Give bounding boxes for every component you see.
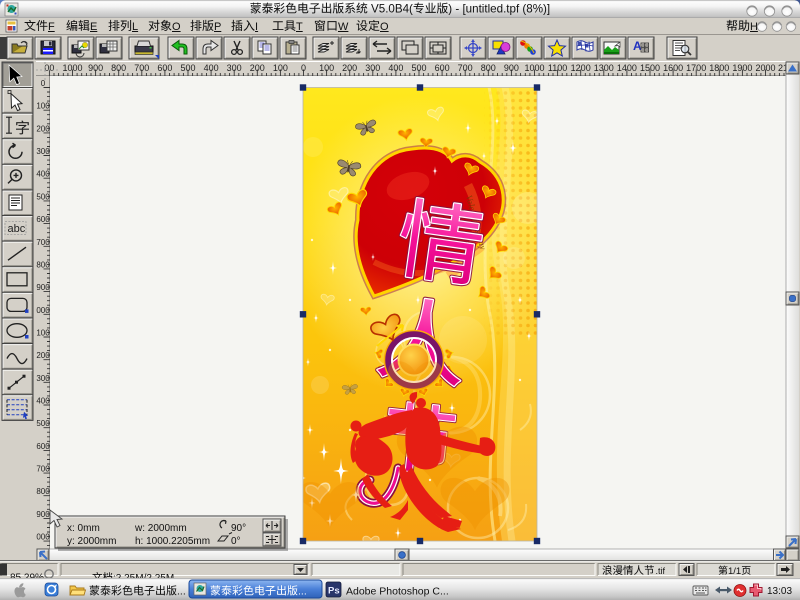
svg-text:abc: abc xyxy=(8,223,26,235)
svg-text:800: 800 xyxy=(36,260,50,269)
svg-text:1300: 1300 xyxy=(594,63,614,73)
svg-text:90°: 90° xyxy=(231,523,246,534)
svg-text:900: 900 xyxy=(504,63,519,73)
svg-text:1/1: 1/1 xyxy=(728,566,741,577)
svg-text:900: 900 xyxy=(88,63,103,73)
svg-text:1000: 1000 xyxy=(62,63,82,73)
svg-text:500: 500 xyxy=(36,419,50,428)
svg-text:0: 0 xyxy=(301,63,306,73)
svg-text:400: 400 xyxy=(388,63,403,73)
svg-text:600: 600 xyxy=(157,63,172,73)
svg-text:...: ... xyxy=(298,586,307,598)
svg-text:Adobe Photoshop C...: Adobe Photoshop C... xyxy=(346,586,449,598)
svg-text:100: 100 xyxy=(319,63,334,73)
svg-text:300: 300 xyxy=(365,63,380,73)
svg-text:1700: 1700 xyxy=(686,63,706,73)
svg-text:200: 200 xyxy=(250,63,265,73)
svg-text:600: 600 xyxy=(36,442,50,451)
svg-text:100: 100 xyxy=(36,329,50,338)
svg-text:600: 600 xyxy=(36,215,50,224)
svg-text:2000: 2000 xyxy=(755,63,775,73)
svg-text:800: 800 xyxy=(36,487,50,496)
svg-text:100: 100 xyxy=(273,63,288,73)
svg-text:13:03: 13:03 xyxy=(767,586,792,597)
svg-text:) - [untitled.tpf (8%)]: ) - [untitled.tpf (8%)] xyxy=(448,3,550,16)
svg-text:1800: 1800 xyxy=(709,63,729,73)
svg-text:000: 000 xyxy=(36,533,50,542)
svg-text:400: 400 xyxy=(36,170,50,179)
svg-text:1200: 1200 xyxy=(571,63,591,73)
svg-text:000: 000 xyxy=(36,306,50,315)
svg-text:700: 700 xyxy=(134,63,149,73)
svg-text:Ps: Ps xyxy=(328,586,340,597)
svg-text:100: 100 xyxy=(36,102,50,111)
svg-text:700: 700 xyxy=(458,63,473,73)
svg-text:700: 700 xyxy=(36,238,50,247)
svg-text:300: 300 xyxy=(36,374,50,383)
svg-text:1500: 1500 xyxy=(640,63,660,73)
svg-text:...: ... xyxy=(177,586,186,598)
svg-text:200: 200 xyxy=(36,124,50,133)
svg-text:1900: 1900 xyxy=(732,63,752,73)
svg-text:0°: 0° xyxy=(231,536,241,547)
svg-text:500: 500 xyxy=(36,192,50,201)
svg-text:.tif: .tif xyxy=(656,566,666,576)
svg-text:300: 300 xyxy=(36,147,50,156)
svg-text:1100: 1100 xyxy=(548,63,567,73)
svg-text:900: 900 xyxy=(36,283,50,292)
svg-text:500: 500 xyxy=(411,63,426,73)
svg-text:x: 0mm: x: 0mm xyxy=(67,523,100,534)
svg-text:300: 300 xyxy=(227,63,242,73)
svg-text:200: 200 xyxy=(36,351,50,360)
svg-text:200: 200 xyxy=(342,63,357,73)
svg-text:0: 0 xyxy=(41,79,46,88)
svg-text:1600: 1600 xyxy=(663,63,683,73)
svg-text:V5.0B4(: V5.0B4( xyxy=(368,3,413,16)
svg-text:800: 800 xyxy=(111,63,126,73)
svg-text:700: 700 xyxy=(36,465,50,474)
svg-text:y: 2000mm: y: 2000mm xyxy=(67,536,116,547)
svg-text:600: 600 xyxy=(435,63,450,73)
svg-text:1000: 1000 xyxy=(524,63,544,73)
svg-text:400: 400 xyxy=(36,397,50,406)
svg-text:w: 2000mm: w: 2000mm xyxy=(134,523,187,534)
svg-text:00: 00 xyxy=(44,63,54,73)
svg-text:800: 800 xyxy=(481,63,496,73)
svg-text:900: 900 xyxy=(36,510,50,519)
svg-text:500: 500 xyxy=(180,63,195,73)
svg-text:h: 1000.2205mm: h: 1000.2205mm xyxy=(135,536,210,547)
svg-text:400: 400 xyxy=(204,63,219,73)
svg-text:1400: 1400 xyxy=(617,63,637,73)
